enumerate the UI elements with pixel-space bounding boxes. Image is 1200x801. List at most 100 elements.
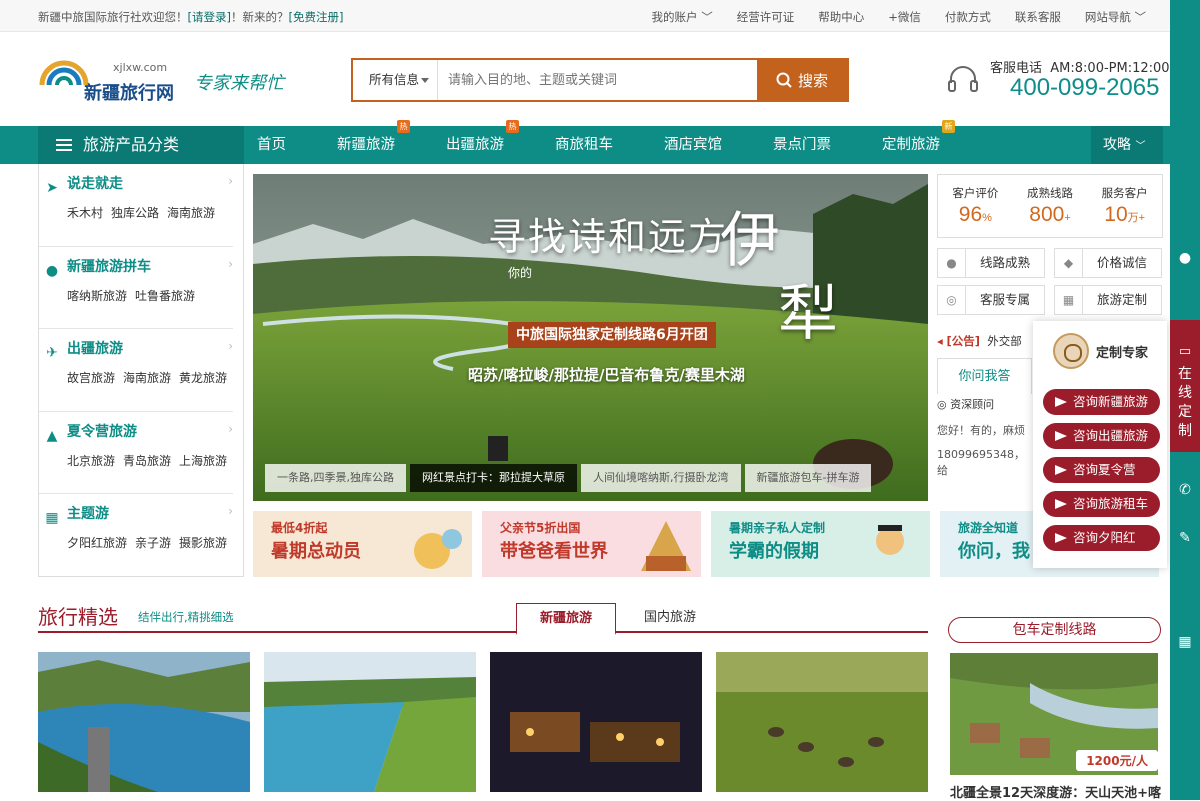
- promo-fathers-day[interactable]: 父亲节5折出国 带爸爸看世界: [482, 511, 701, 577]
- sidebar-sub-link[interactable]: 独库公路: [111, 206, 159, 220]
- travel-card-lake[interactable]: [38, 652, 250, 792]
- sidebar-sub-link[interactable]: 海南旅游: [123, 371, 171, 385]
- tab-qa[interactable]: 你问我答: [937, 358, 1032, 394]
- search-input[interactable]: [448, 68, 748, 92]
- consult-summer-camp-button[interactable]: 咨询夏令营: [1043, 457, 1160, 483]
- sidebar-group-go-now[interactable]: ➤ 说走就走 › 禾木村 独库公路 海南旅游: [39, 164, 233, 247]
- sheep-pasture-photo: [716, 652, 928, 792]
- sidebar-sub-link[interactable]: 喀纳斯旅游: [67, 289, 127, 303]
- sidebar-group-theme-travel[interactable]: ▦ 主题游 › 夕阳红旅游 亲子游 摄影旅游: [39, 494, 233, 577]
- consult-senior-button[interactable]: 咨询夕阳红: [1043, 525, 1160, 551]
- banner-big-char-2: 犁: [778, 279, 838, 349]
- banner-small-text: 你的: [508, 266, 533, 280]
- search-button[interactable]: 搜索: [757, 60, 847, 100]
- qa-content: ◎ 资深顾问 您好！有的，麻烦 18099695348，给: [937, 394, 1032, 478]
- travel-card-night-town[interactable]: [490, 652, 702, 792]
- category-menu-button[interactable]: 旅游产品分类: [38, 126, 244, 164]
- charter-route-card[interactable]: 1200元/人: [950, 653, 1158, 775]
- nav-item-tickets[interactable]: 景点门票: [760, 126, 844, 164]
- nav-item-custom-travel[interactable]: 定制旅游新: [869, 120, 955, 164]
- category-menu-label: 旅游产品分类: [83, 135, 180, 154]
- my-account-link[interactable]: 我的账户 ﹀: [652, 9, 713, 25]
- paper-plane-icon: ➤: [46, 180, 58, 196]
- phone-icon[interactable]: ✆: [1170, 470, 1200, 510]
- tab-xinjiang-travel[interactable]: 新疆旅游: [516, 603, 616, 635]
- consult-outbound-button[interactable]: 咨询出疆旅游: [1043, 423, 1160, 449]
- help-center-link[interactable]: 帮助中心: [818, 9, 864, 25]
- stat-value: 10: [1104, 203, 1128, 226]
- search-icon: [776, 72, 792, 88]
- wechat-link[interactable]: +微信: [888, 9, 921, 25]
- nav-item-hotels[interactable]: 酒店宾馆: [651, 126, 735, 164]
- banner-tab[interactable]: 新疆旅游包车-拼车游: [744, 464, 872, 492]
- consult-xinjiang-button[interactable]: 咨询新疆旅游: [1043, 389, 1160, 415]
- travel-card-sayram[interactable]: [264, 652, 476, 792]
- nav-item-outbound-travel[interactable]: 出疆旅游热: [433, 120, 519, 164]
- online-custom-button[interactable]: ▭ 在线定制: [1170, 320, 1200, 452]
- search-scope-select[interactable]: 所有信息: [353, 60, 438, 100]
- feature-custom-travel[interactable]: ▦ 旅游定制: [1054, 285, 1162, 315]
- sidebar-sub-link[interactable]: 亲子游: [135, 536, 171, 550]
- sidebar-sub-link[interactable]: 北京旅游: [67, 454, 115, 468]
- sidebar-sub-link[interactable]: 吐鲁番旅游: [135, 289, 195, 303]
- sidebar-sub-link[interactable]: 海南旅游: [167, 206, 215, 220]
- banner-tab-active[interactable]: 网红景点打卡：那拉提大草原: [410, 464, 577, 492]
- tab-domestic-travel[interactable]: 国内旅游: [620, 603, 720, 633]
- travel-card-sheep[interactable]: [716, 652, 928, 792]
- site-nav-link[interactable]: 网站导航 ﹀: [1085, 9, 1146, 25]
- nav-item-home[interactable]: 首页: [244, 126, 299, 164]
- stat-unit: +: [1064, 212, 1071, 224]
- stat-label: 客户评价: [952, 186, 999, 200]
- grid-icon: ▦: [1055, 286, 1083, 314]
- top-bar: 新疆中旅国际旅行社欢迎您！[请登录]！新来的？[免费注册] 我的账户 ﹀ 经营许…: [0, 0, 1170, 32]
- sidebar-group-carpool[interactable]: ● 新疆旅游拼车 › 喀纳斯旅游 吐鲁番旅游: [39, 247, 233, 329]
- sidebar-group-summer-camp[interactable]: ▲ 夏令营旅游 › 北京旅游 青岛旅游 上海旅游: [39, 412, 233, 494]
- feature-mature-routes[interactable]: ● 线路成熟: [937, 248, 1045, 278]
- stat-value: 96: [958, 203, 983, 226]
- sidebar-sub-link[interactable]: 摄影旅游: [179, 536, 227, 550]
- charter-route-title[interactable]: 北疆全景12天深度游：天山天池+喀: [950, 782, 1161, 801]
- sidebar-sub-link[interactable]: 青岛旅游: [123, 454, 171, 468]
- sidebar-sub-link[interactable]: 故宫旅游: [67, 371, 115, 385]
- contact-service-link[interactable]: 联系客服: [1015, 9, 1061, 25]
- nav-item-car-rental[interactable]: 商旅租车: [542, 126, 626, 164]
- chevron-right-icon: ›: [228, 421, 233, 436]
- banner-tab[interactable]: 人间仙境喀纳斯,行摄卧龙湾: [581, 464, 741, 492]
- consult-car-rental-button[interactable]: 咨询旅游租车: [1043, 491, 1160, 517]
- register-link[interactable]: [免费注册]: [288, 10, 343, 24]
- welcome-mid: ！新来的？: [230, 10, 289, 24]
- nav-item-xinjiang-travel[interactable]: 新疆旅游热: [324, 120, 410, 164]
- login-link[interactable]: [请登录]: [188, 10, 231, 24]
- banner-tab[interactable]: 一条路,四季景,独库公路: [265, 464, 406, 492]
- sidebar-group-outbound[interactable]: ✈ 出疆旅游 › 故宫旅游 海南旅游 黄龙旅游: [39, 329, 233, 412]
- header: xjlxw.com 新疆旅行网 专家来帮忙 所有信息 搜索 客服电话 AM:8:…: [0, 33, 1170, 126]
- sidebar-sub-link[interactable]: 禾木村: [67, 206, 103, 220]
- banner-route: 昭苏/喀拉峻/那拉提/巴音布鲁克/赛里木湖: [468, 366, 745, 384]
- user-icon[interactable]: ●: [1170, 238, 1200, 278]
- notice-bar[interactable]: ◂ [公告] 外交部: [937, 333, 1032, 349]
- sidebar-sub-link[interactable]: 上海旅游: [179, 454, 227, 468]
- promo-summer[interactable]: 最低4折起 暑期总动员: [253, 511, 472, 577]
- payment-link[interactable]: 付款方式: [945, 9, 991, 25]
- promo-strip: 最低4折起 暑期总动员 父亲节5折出国 带爸爸看世界 暑期亲子私人定制 学霸的假…: [253, 511, 1163, 577]
- night-town-photo: [490, 652, 702, 792]
- hero-banner[interactable]: 寻找诗和远方 你的 伊 犁 中旅国际独家定制线路6月开团 昭苏/喀拉峻/那拉提/…: [253, 174, 928, 501]
- charter-routes-title[interactable]: 包车定制线路: [948, 617, 1161, 643]
- grid-icon: ▦: [45, 510, 59, 526]
- feature-label: 价格诚信: [1097, 255, 1148, 270]
- edit-icon[interactable]: ✎: [1170, 518, 1200, 558]
- feature-honest-price[interactable]: ◆ 价格诚信: [1054, 248, 1162, 278]
- qa-advisor: 资深顾问: [950, 398, 995, 411]
- sidebar-sub-links: 喀纳斯旅游 吐鲁番旅游: [67, 287, 203, 304]
- license-link[interactable]: 经营许可证: [737, 9, 795, 25]
- feature-dedicated-service[interactable]: ◎ 客服专属: [937, 285, 1045, 315]
- nav-guide-button[interactable]: 攻略 ﹀: [1091, 126, 1163, 164]
- promo-parent-child[interactable]: 暑期亲子私人定制 学霸的假期: [711, 511, 930, 577]
- qr-code-icon[interactable]: ▦: [1170, 622, 1200, 662]
- graduation-cap-icon: ▲: [46, 427, 58, 444]
- site-logo[interactable]: xjlxw.com 新疆旅行网 专家来帮忙: [38, 55, 328, 111]
- sidebar-sub-link[interactable]: 夕阳红旅游: [67, 536, 127, 550]
- sidebar-sub-link[interactable]: 黄龙旅游: [179, 371, 227, 385]
- chevron-right-icon: ›: [228, 339, 233, 353]
- search-scope-label: 所有信息: [369, 72, 420, 87]
